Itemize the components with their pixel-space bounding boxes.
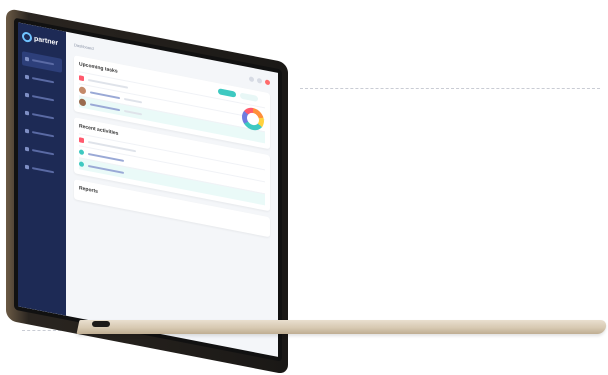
dashboard-screen: partner Dashboard Upcoming tasks Recent …: [18, 22, 278, 357]
cell-placeholder: [88, 164, 124, 174]
bell-icon[interactable]: [257, 77, 262, 84]
nav-label-placeholder: [32, 149, 54, 156]
check-icon: [79, 149, 84, 156]
check-icon: [79, 161, 84, 168]
notification-badge[interactable]: [265, 78, 270, 85]
dashed-connector-line: [300, 88, 600, 89]
search-icon[interactable]: [249, 75, 254, 82]
cell-placeholder: [90, 102, 120, 111]
sidebar-item-folder[interactable]: [22, 159, 62, 181]
cell-placeholder: [124, 109, 142, 115]
logo-text: partner: [34, 34, 59, 47]
screen-bezel: partner Dashboard Upcoming tasks Recent …: [14, 17, 282, 362]
main-content: Dashboard Upcoming tasks Recent activiti…: [66, 32, 278, 357]
logo-mark-icon: [22, 31, 32, 44]
nav-label-placeholder: [32, 113, 54, 120]
avatar: [79, 98, 86, 107]
nav-label-placeholder: [32, 59, 54, 66]
settings-icon: [25, 128, 29, 134]
nav-label-placeholder: [32, 167, 54, 174]
breadcrumb: Dashboard: [74, 41, 94, 51]
topbar-icons: [249, 75, 270, 85]
status-square-icon: [79, 137, 84, 144]
laptop-base: [76, 320, 608, 334]
cell-placeholder: [124, 97, 142, 103]
folder-icon: [25, 164, 29, 170]
avatar: [79, 86, 86, 95]
filter-pill-active[interactable]: [218, 88, 236, 98]
nav-label-placeholder: [32, 131, 54, 138]
calendar-icon: [25, 92, 29, 98]
nav-label-placeholder: [32, 77, 54, 84]
status-square-icon: [79, 75, 84, 82]
home-icon: [25, 56, 29, 62]
users-icon: [25, 74, 29, 80]
laptop-mockup-scene: partner Dashboard Upcoming tasks Recent …: [0, 0, 608, 375]
laptop-hinge: [92, 321, 110, 327]
sidebar: partner: [18, 22, 66, 316]
nav-label-placeholder: [32, 95, 54, 102]
chart-icon: [25, 110, 29, 116]
mail-icon: [25, 146, 29, 152]
filter-pill[interactable]: [240, 92, 258, 102]
